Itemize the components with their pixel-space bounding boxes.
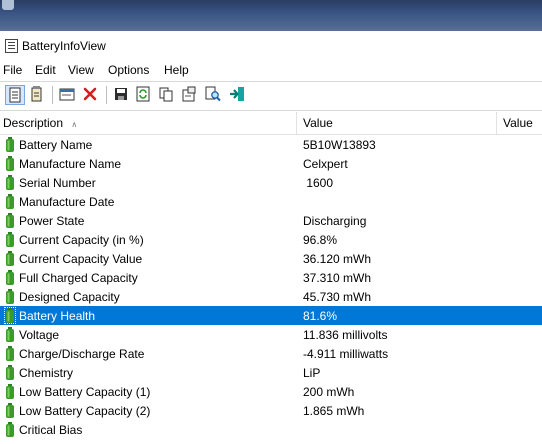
property-label: Chemistry — [19, 366, 74, 380]
list-item[interactable]: Current Capacity (in %) 96.8% — [0, 230, 542, 249]
column-value[interactable]: Value — [303, 116, 333, 130]
toolbar-separator — [106, 86, 107, 104]
property-value: 1.865 mWh — [303, 404, 365, 418]
property-value: 1600 — [303, 176, 334, 190]
list-item[interactable]: Manufacture Name Celxpert — [0, 154, 542, 173]
property-value: 36.120 mWh — [303, 252, 372, 266]
property-value: 37.310 mWh — [303, 271, 372, 285]
property-value: 45.730 mWh — [303, 290, 372, 304]
property-label: Charge/Discharge Rate — [19, 347, 145, 361]
battery-icon — [5, 156, 15, 171]
refresh-icon[interactable] — [134, 85, 154, 105]
list-item[interactable]: Low Battery Capacity (2) 1.865 mWh — [0, 401, 542, 420]
exit-icon[interactable] — [228, 85, 248, 105]
list-item[interactable]: Battery Health 81.6% — [0, 306, 542, 325]
battery-icon — [5, 251, 15, 266]
menu-bar: File Edit View Options Help — [0, 60, 542, 81]
battery-icon — [5, 289, 15, 304]
battery-icon — [5, 194, 15, 209]
list-item[interactable]: Critical Bias — [0, 420, 542, 439]
battery-icon — [5, 213, 15, 228]
list-item[interactable]: Current Capacity Value 36.120 mWh — [0, 249, 542, 268]
property-label: Manufacture Name — [19, 157, 122, 171]
property-value: -4.911 milliwatts — [303, 347, 389, 361]
property-label: Low Battery Capacity (1) — [19, 385, 151, 399]
save-icon[interactable] — [112, 85, 132, 105]
delete-icon[interactable] — [81, 85, 101, 105]
list-item[interactable]: Voltage 11.836 millivolts — [0, 325, 542, 344]
list-item[interactable]: Battery Name 5B10W13893 — [0, 135, 542, 154]
battery-icon — [5, 403, 15, 418]
desktop-icon — [2, 0, 14, 10]
menu-options[interactable]: Options — [108, 63, 149, 77]
battery-icon — [4, 307, 16, 324]
properties-page-icon[interactable] — [180, 85, 200, 105]
property-value: 11.836 millivolts — [303, 328, 388, 342]
property-label: Battery Health — [19, 309, 96, 323]
property-value: 81.6% — [303, 309, 338, 323]
battery-icon — [5, 346, 15, 361]
list-item[interactable]: Power State Discharging — [0, 211, 542, 230]
column-divider[interactable] — [496, 112, 497, 134]
text-report-icon[interactable] — [27, 85, 47, 105]
menu-file[interactable]: File — [3, 63, 22, 77]
battery-icon — [5, 327, 15, 342]
title-bar[interactable]: BatteryInfoView — [0, 31, 542, 60]
toolbar — [0, 81, 542, 111]
property-label: Critical Bias — [19, 423, 83, 437]
property-label: Current Capacity (in %) — [19, 233, 144, 247]
properties-icon[interactable] — [58, 85, 78, 105]
copy-icon[interactable] — [157, 85, 177, 105]
app-window: BatteryInfoView File Edit View Options H… — [0, 31, 542, 444]
toolbar-separator — [52, 86, 53, 104]
property-value: 200 mWh — [303, 385, 355, 399]
column-divider[interactable] — [296, 112, 297, 134]
sort-arrow-icon: ∧ — [71, 120, 78, 129]
property-label: Full Charged Capacity — [19, 271, 138, 285]
property-label: Current Capacity Value — [19, 252, 143, 266]
property-label: Battery Name — [19, 138, 93, 152]
battery-icon — [5, 365, 15, 380]
property-value: Celxpert — [303, 157, 348, 171]
property-label: Low Battery Capacity (2) — [19, 404, 151, 418]
menu-help[interactable]: Help — [164, 63, 189, 77]
property-value: 96.8% — [303, 233, 338, 247]
list-item[interactable]: Full Charged Capacity 37.310 mWh — [0, 268, 542, 287]
list-header: Description ∧ Value Value — [0, 112, 542, 135]
property-label: Serial Number — [19, 176, 96, 190]
property-value: Discharging — [303, 214, 367, 228]
property-label: Voltage — [19, 328, 60, 342]
app-icon — [5, 39, 18, 53]
property-label: Designed Capacity — [19, 290, 120, 304]
list-item[interactable]: Serial Number 1600 — [0, 173, 542, 192]
column-description[interactable]: Description ∧ — [3, 116, 77, 130]
list-item[interactable]: Low Battery Capacity (1) 200 mWh — [0, 382, 542, 401]
battery-icon — [5, 175, 15, 190]
menu-edit[interactable]: Edit — [35, 63, 56, 77]
property-label: Manufacture Date — [19, 195, 115, 209]
property-label: Power State — [19, 214, 85, 228]
battery-icon — [5, 384, 15, 399]
list-item[interactable]: Manufacture Date — [0, 192, 542, 211]
desktop-background — [0, 0, 542, 31]
property-value: 5B10W13893 — [303, 138, 376, 152]
list-item[interactable]: Charge/Discharge Rate -4.911 milliwatts — [0, 344, 542, 363]
battery-icon — [5, 137, 15, 152]
menu-view[interactable]: View — [68, 63, 94, 77]
battery-icon — [5, 270, 15, 285]
property-value: LiP — [303, 366, 321, 380]
window-title: BatteryInfoView — [22, 39, 106, 53]
list-item[interactable]: Chemistry LiP — [0, 363, 542, 382]
html-report-icon[interactable] — [5, 85, 25, 105]
list-item[interactable]: Designed Capacity 45.730 mWh — [0, 287, 542, 306]
battery-icon — [5, 232, 15, 247]
find-icon[interactable] — [204, 85, 224, 105]
column-value-2[interactable]: Value — [503, 116, 533, 130]
battery-icon — [5, 422, 15, 437]
